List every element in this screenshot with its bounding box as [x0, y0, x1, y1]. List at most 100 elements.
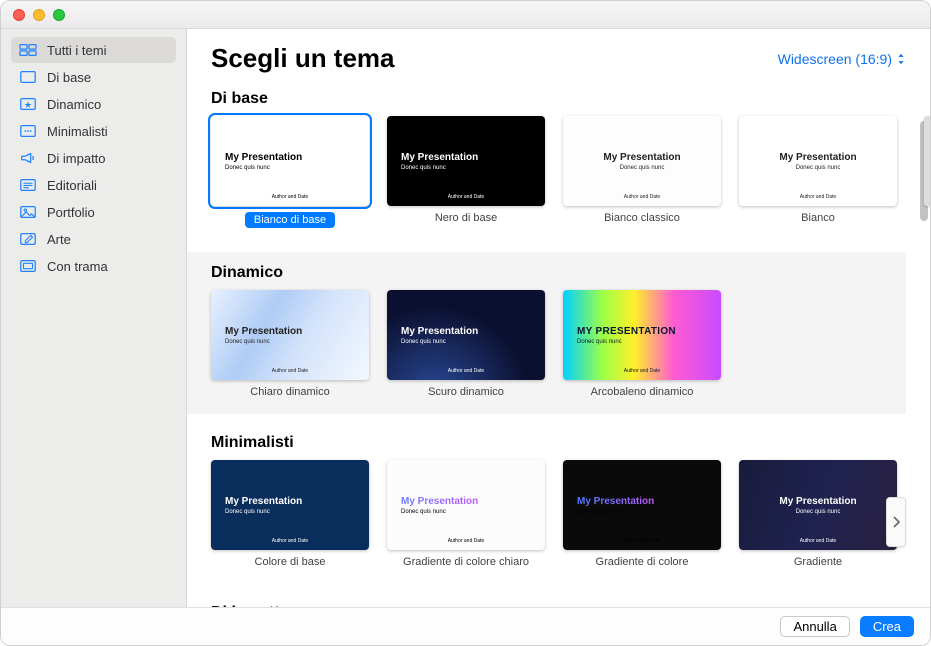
preview-title: My Presentation — [225, 496, 369, 507]
theme-preview: My Presentation Donec quis nunc Author and… — [211, 460, 369, 550]
theme-label: Gradiente di colore chiaro — [403, 556, 529, 568]
preview-title: My Presentation — [401, 326, 545, 337]
row-next-button[interactable] — [886, 497, 906, 547]
window-titlebar — [1, 1, 930, 29]
theme-label: Bianco — [801, 212, 835, 224]
theme-thumbnail[interactable]: MY PRESENTATIONDonec quis nuncAuthor and… — [563, 290, 721, 398]
bottom-bar: Annulla Crea — [1, 607, 930, 645]
sidebar-item-label: Arte — [47, 232, 71, 247]
sidebar-item-arte[interactable]: Arte — [11, 226, 176, 252]
sparkle-icon — [19, 96, 37, 112]
preview-subtitle: Donec quis nunc — [620, 165, 665, 171]
sidebar-item-label: Minimalisti — [47, 124, 108, 139]
preview-subtitle: Donec quis nunc — [401, 165, 545, 171]
section-title: Di base — [187, 78, 906, 116]
theme-label: Chiaro dinamico — [250, 386, 329, 398]
section-title: Di impatto — [187, 592, 906, 607]
theme-thumbnail[interactable]: My PresentationDonec quis nuncAuthor and… — [739, 116, 897, 228]
sidebar-item-minimalisti[interactable]: Minimalisti — [11, 118, 176, 144]
preview-subtitle: Donec quis nunc — [225, 339, 369, 345]
sidebar-item-label: Di base — [47, 70, 91, 85]
cancel-button[interactable]: Annulla — [780, 616, 849, 637]
preview-title: My Presentation — [401, 152, 545, 163]
theme-label: Arcobaleno dinamico — [591, 386, 694, 398]
theme-section: MinimalistiMy PresentationDonec quis nun… — [187, 422, 906, 584]
theme-label: Gradiente di colore — [596, 556, 689, 568]
close-window-button[interactable] — [13, 9, 25, 21]
create-button[interactable]: Crea — [860, 616, 914, 637]
preview-title: My Presentation — [225, 152, 369, 163]
sidebar-item-dinamico[interactable]: Dinamico — [11, 91, 176, 117]
sidebar-item-label: Di impatto — [47, 151, 106, 166]
preview-title: My Presentation — [225, 326, 369, 337]
page-title: Scegli un tema — [211, 43, 395, 74]
sidebar-item-label: Dinamico — [47, 97, 101, 112]
theme-section: Di base My Presentation Donec quis nunc Aut… — [187, 78, 906, 244]
theme-thumbnail[interactable]: My PresentationDonec quis nuncAuthor and… — [387, 460, 545, 568]
preview-subtitle: Donec quis nunc — [796, 509, 841, 515]
theme-label: Bianco di base — [245, 212, 335, 228]
preview-footer: Author and Date — [211, 368, 369, 374]
section-title: Dinamico — [187, 252, 906, 290]
theme-thumbnail[interactable]: My PresentationDonec quis nuncAuthor and… — [387, 290, 545, 398]
theme-label: Nero di base — [435, 212, 497, 224]
sidebar-item-editoriali[interactable]: Editoriali — [11, 172, 176, 198]
theme-thumbnail[interactable]: My Presentation Donec quis nunc Author and… — [211, 290, 369, 398]
photo-icon — [19, 204, 37, 220]
megaphone-icon — [19, 150, 37, 166]
minimize-window-button[interactable] — [33, 9, 45, 21]
updown-chevron-icon — [896, 53, 906, 65]
brush-icon — [19, 231, 37, 247]
theme-preview: My PresentationDonec quis nuncAuthor and… — [387, 116, 545, 206]
zoom-window-button[interactable] — [53, 9, 65, 21]
theme-preview: My PresentationDonec quis nuncAuthor and… — [563, 460, 721, 550]
grid-2x2-icon — [19, 42, 37, 58]
square-icon — [19, 69, 37, 85]
theme-thumbnail[interactable]: My Presentation Donec quis nunc Author and… — [563, 116, 721, 228]
preview-title: My Presentation — [577, 496, 721, 507]
preview-subtitle: Donec quis nunc — [796, 165, 841, 171]
theme-preview: My Presentation Donec quis nunc Author and… — [211, 290, 369, 380]
dots-icon — [19, 123, 37, 139]
preview-subtitle: Donec quis nunc — [225, 165, 369, 171]
preview-subtitle: Donec quis nunc — [577, 509, 721, 515]
sidebar-item-portfolio[interactable]: Portfolio — [11, 199, 176, 225]
theme-chooser-window: Tutti i temi Di base Dinamico Minimalisti Di… — [0, 0, 931, 646]
frame-icon — [19, 258, 37, 274]
theme-preview: MY PRESENTATIONDonec quis nuncAuthor and… — [563, 290, 721, 380]
sidebar-item-label: Portfolio — [47, 205, 95, 220]
theme-preview: My PresentationDonec quis nuncAuthor and… — [387, 460, 545, 550]
sidebar-item-di-base[interactable]: Di base — [11, 64, 176, 90]
chevron-right-icon — [892, 516, 900, 528]
aspect-ratio-picker[interactable]: Widescreen (16:9) — [778, 51, 906, 67]
theme-thumbnail[interactable]: My PresentationDonec quis nuncAuthor and… — [387, 116, 545, 228]
theme-preview: My Presentation Donec quis nunc Author and… — [563, 116, 721, 206]
theme-label: Scuro dinamico — [428, 386, 504, 398]
sidebar-item-con-trama[interactable]: Con trama — [11, 253, 176, 279]
sidebar-item-label: Tutti i temi — [47, 43, 106, 58]
preview-footer: Author and Date — [387, 538, 545, 544]
theme-thumbnail[interactable]: My PresentationDonec quis nuncAuthor and… — [739, 460, 897, 568]
theme-row: My Presentation Donec quis nunc Author and… — [187, 290, 906, 414]
preview-footer: Author and Date — [563, 194, 721, 200]
theme-thumbnail[interactable]: My PresentationDonec quis nuncAuthor and… — [563, 460, 721, 568]
preview-title: My Presentation — [603, 152, 680, 163]
body-area: Tutti i temi Di base Dinamico Minimalisti Di… — [1, 29, 930, 607]
theme-thumbnail[interactable]: My PresentationDonec quis nuncAuthor and… — [211, 116, 369, 228]
preview-footer: Author and Date — [211, 538, 369, 544]
main-area: Scegli un tema Widescreen (16:9) Di base… — [187, 29, 930, 607]
theme-row: My Presentation Donec quis nunc Author and… — [187, 116, 906, 244]
preview-footer: Author and Date — [739, 538, 897, 544]
theme-label: Bianco classico — [604, 212, 680, 224]
theme-thumbnail[interactable]: My Presentation Donec quis nunc Author and… — [211, 460, 369, 568]
header: Scegli un tema Widescreen (16:9) — [187, 29, 930, 78]
preview-footer: Author and Date — [563, 368, 721, 374]
preview-subtitle: Donec quis nunc — [225, 509, 369, 515]
theme-label: Colore di base — [255, 556, 326, 568]
theme-section: Dinamico My Presentation Donec quis nunc Au… — [187, 252, 906, 414]
sidebar-item-tutti-i-temi[interactable]: Tutti i temi — [11, 37, 176, 63]
preview-subtitle: Donec quis nunc — [401, 509, 545, 515]
preview-title: My Presentation — [779, 152, 856, 163]
theme-scroll-area[interactable]: Di base My Presentation Donec quis nunc Aut… — [187, 78, 930, 607]
sidebar-item-di-impatto[interactable]: Di impatto — [11, 145, 176, 171]
